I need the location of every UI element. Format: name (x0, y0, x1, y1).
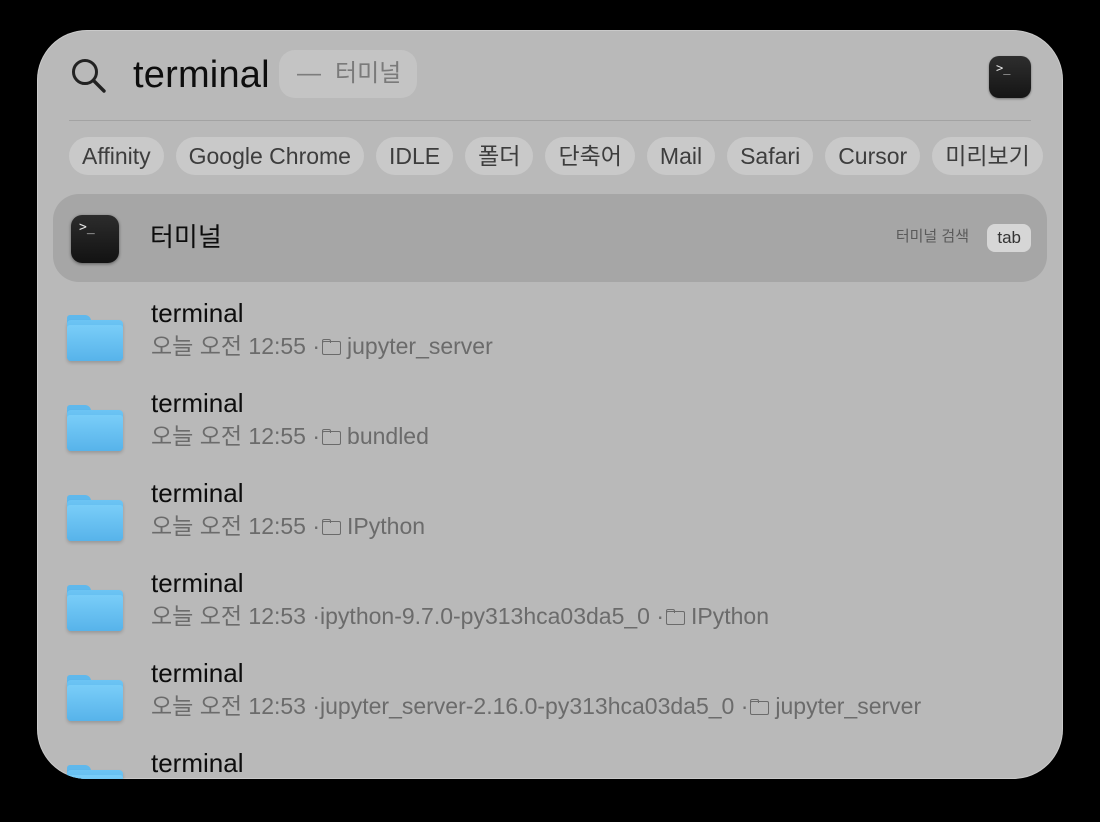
folder-icon (67, 585, 123, 631)
result-folder: jupyter_server (775, 693, 922, 719)
result-meta: 오늘 오전 12:55 · jupyter_server (151, 331, 493, 361)
result-name: terminal (151, 748, 244, 778)
chip-google-chrome[interactable]: Google Chrome (175, 137, 364, 175)
result-folder: IPython (347, 513, 426, 539)
result-row[interactable]: terminal 오늘 오전 12:55 · bundled (37, 384, 1063, 474)
result-name: terminal (151, 568, 244, 598)
result-name: terminal (151, 658, 244, 688)
search-in-app-hint: 터미널 검색 (895, 228, 969, 245)
result-path: ipython-9.7.0-py313hca03da5_0 · (320, 603, 665, 629)
result-name: terminal (151, 388, 244, 418)
folder-small-icon (322, 428, 342, 445)
search-input[interactable]: terminal (133, 50, 270, 100)
folder-icon (67, 675, 123, 721)
chip-folder[interactable]: 폴더 (465, 137, 534, 175)
search-divider (69, 120, 1031, 121)
terminal-app-icon[interactable]: >_ (989, 56, 1031, 98)
folder-small-icon (750, 698, 770, 715)
result-meta: 오늘 오전 12:55 · bundled (151, 421, 429, 451)
tab-key-badge: tab (987, 224, 1031, 252)
search-suggestion[interactable]: — 터미널 (279, 50, 418, 98)
folder-small-icon (322, 518, 342, 535)
chip-safari[interactable]: Safari (727, 137, 814, 175)
result-time: 오늘 오전 12:55 · (151, 423, 321, 449)
chip-mail[interactable]: Mail (646, 137, 716, 175)
top-hit-title: 터미널 (150, 222, 222, 252)
search-icon (72, 59, 106, 93)
terminal-prompt-glyph: >_ (79, 220, 95, 235)
result-row[interactable]: terminal 오늘 오전 12:53 · ipython-9.7.0-py3… (37, 564, 1063, 654)
chip-cursor[interactable]: Cursor (825, 137, 921, 175)
chip-affinity[interactable]: Affinity (69, 137, 164, 175)
suggestion-dash: — (297, 60, 321, 87)
top-hit-terminal[interactable]: >_ 터미널 터미널 검색 tab (53, 194, 1047, 282)
result-name: terminal (151, 478, 244, 508)
terminal-prompt-glyph: >_ (996, 61, 1011, 75)
filter-chip-bar: Affinity Google Chrome IDLE 폴더 단축어 Mail … (69, 137, 1043, 175)
result-path: jupyter_server-2.16.0-py313hca03da5_0 · (320, 693, 749, 719)
result-row[interactable]: terminal 오늘 오전 12:53 · jupyter_server-2.… (37, 654, 1063, 744)
result-time: 오늘 오전 12:55 · (151, 513, 321, 539)
chip-preview[interactable]: 미리보기 (932, 137, 1043, 175)
folder-icon (67, 765, 123, 779)
folder-icon (67, 495, 123, 541)
result-meta: 오늘 오전 12:53 · ipython-9.7.0-py313hca03da… (151, 601, 769, 631)
chip-idle[interactable]: IDLE (375, 137, 454, 175)
folder-small-icon (666, 608, 686, 625)
suggestion-label: 터미널 (335, 60, 402, 87)
result-row[interactable]: terminal 오늘 오전 12:55 · IPython (37, 474, 1063, 564)
chip-shortcuts[interactable]: 단축어 (545, 137, 635, 175)
spotlight-panel: terminal — 터미널 >_ Affinity Google Chrome… (37, 30, 1063, 779)
result-time: 오늘 오전 12:53 · (151, 603, 321, 629)
result-row[interactable]: terminal 오늘 오전 12:55 · jupyter_server (37, 294, 1063, 384)
result-meta: 오늘 오전 12:55 · IPython (151, 511, 425, 541)
folder-icon (67, 315, 123, 361)
result-folder: IPython (691, 603, 770, 629)
terminal-app-icon: >_ (71, 215, 119, 263)
result-meta: 오늘 오전 12:53 · jupyter_server-2.16.0-py31… (151, 691, 921, 721)
folder-small-icon (322, 338, 342, 355)
result-time: 오늘 오전 12:55 · (151, 333, 321, 359)
result-folder: bundled (347, 423, 429, 449)
folder-icon (67, 405, 123, 451)
result-folder: jupyter_server (347, 333, 493, 359)
result-time: 오늘 오전 12:53 · (151, 693, 321, 719)
result-row[interactable]: terminal (37, 744, 1063, 779)
result-name: terminal (151, 298, 244, 328)
